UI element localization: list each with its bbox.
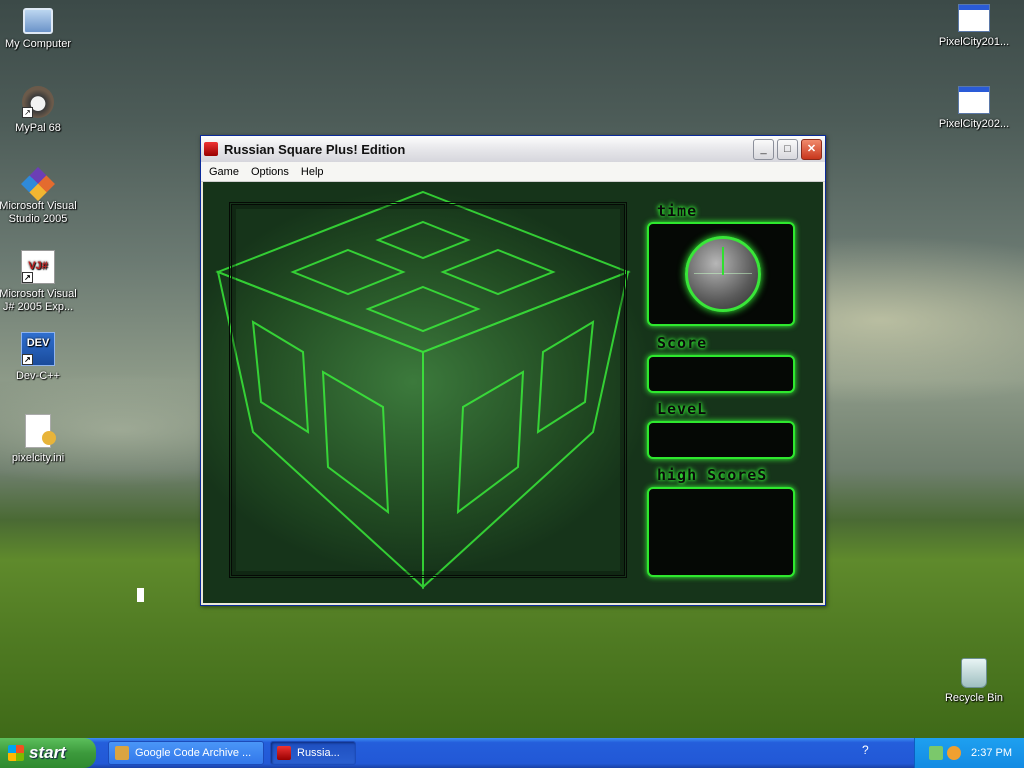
game-area: time Score LeveL high ScoreS	[203, 182, 823, 603]
vjsharp-icon: VJ# ↗	[21, 250, 55, 284]
taskbar-item-label: Google Code Archive ...	[135, 747, 252, 759]
minimize-button[interactable]: _	[753, 138, 774, 160]
devcpp-icon: DEV ↗	[21, 332, 55, 366]
desktop-icon-label: Microsoft Visual Studio 2005	[0, 200, 77, 225]
menu-help[interactable]: Help	[295, 166, 330, 178]
desktop-icon-recycle-bin[interactable]: Recycle Bin	[932, 658, 1016, 705]
desktop-icon-vjsharp[interactable]: VJ# ↗ Microsoft Visual J# 2005 Exp...	[0, 250, 80, 314]
start-label: start	[29, 743, 66, 762]
start-button[interactable]: start	[0, 738, 96, 768]
shortcut-arrow-icon: ↗	[22, 354, 33, 365]
taskbar-item-google-code-archive[interactable]: Google Code Archive ...	[108, 741, 264, 765]
ini-file-icon	[25, 414, 56, 448]
desktop-icon-label: Dev-C++	[15, 370, 61, 382]
mouse-cursor-icon	[137, 588, 144, 602]
window-app-icon	[958, 4, 990, 32]
desktop-icon-pixelcity-ini[interactable]: pixelcity.ini	[0, 414, 80, 465]
clock-icon	[685, 236, 761, 312]
desktop-icon-label: pixelcity.ini	[11, 452, 65, 464]
close-button[interactable]: ✕	[801, 138, 822, 160]
desktop-icon-mypal[interactable]: ↗ MyPal 68	[0, 86, 80, 135]
explorer-icon	[115, 746, 129, 760]
high-scores-panel	[647, 487, 795, 577]
network-icon[interactable]	[929, 746, 944, 760]
russian-square-icon	[204, 142, 218, 156]
help-icon[interactable]: ?	[862, 743, 869, 757]
shortcut-arrow-icon: ↗	[22, 272, 33, 283]
maximize-button[interactable]: □	[777, 138, 798, 160]
computer-icon	[23, 8, 53, 34]
russian-square-window[interactable]: Russian Square Plus! Edition _ □ ✕ Game …	[200, 135, 826, 606]
taskbar: start Google Code Archive ... Russia... …	[0, 738, 1024, 768]
window-title: Russian Square Plus! Edition	[224, 141, 406, 157]
visual-studio-icon	[21, 167, 55, 201]
desktop-icon-label: MyPal 68	[15, 122, 61, 134]
search-icon[interactable]	[947, 746, 962, 760]
desktop-icon-label: Microsoft Visual J# 2005 Exp...	[0, 288, 77, 313]
raccoon-icon: ↗	[22, 86, 54, 118]
score-panel	[647, 355, 795, 393]
desktop-icon-label: PixelCity202...	[938, 118, 1010, 130]
clock[interactable]: 2:37 PM	[971, 747, 1012, 759]
time-panel	[647, 222, 795, 326]
desktop-icon-my-computer[interactable]: My Computer	[0, 4, 80, 51]
game-board[interactable]	[229, 202, 627, 578]
taskbar-item-russian-square[interactable]: Russia...	[270, 741, 356, 765]
russian-square-icon	[277, 746, 291, 760]
desktop-icon-pixelcity202[interactable]: PixelCity202...	[932, 86, 1016, 131]
window-app-icon	[958, 86, 990, 114]
system-tray: 2:37 PM	[914, 738, 1024, 768]
level-panel	[647, 421, 795, 459]
desktop-icon-visual-studio[interactable]: Microsoft Visual Studio 2005	[0, 167, 80, 226]
desktop-icon-pixelcity201[interactable]: PixelCity201...	[932, 4, 1016, 49]
windows-flag-icon	[8, 745, 24, 761]
high-scores-label: high ScoreS	[657, 466, 768, 484]
recycle-bin-icon	[961, 658, 987, 688]
desktop-icon-devcpp[interactable]: DEV ↗ Dev-C++	[0, 332, 80, 383]
taskbar-item-label: Russia...	[297, 747, 340, 759]
menu-options[interactable]: Options	[245, 166, 295, 178]
time-label: time	[657, 202, 698, 220]
level-label: LeveL	[657, 400, 708, 418]
desktop-icon-label: Recycle Bin	[944, 692, 1004, 704]
desktop-icon-label: PixelCity201...	[938, 36, 1010, 48]
desktop-icon-label: My Computer	[4, 38, 72, 50]
score-label: Score	[657, 334, 708, 352]
shortcut-arrow-icon: ↗	[22, 107, 33, 118]
menu-game[interactable]: Game	[203, 166, 245, 178]
menu-bar: Game Options Help	[201, 162, 825, 182]
title-bar[interactable]: Russian Square Plus! Edition _ □ ✕	[201, 136, 825, 162]
